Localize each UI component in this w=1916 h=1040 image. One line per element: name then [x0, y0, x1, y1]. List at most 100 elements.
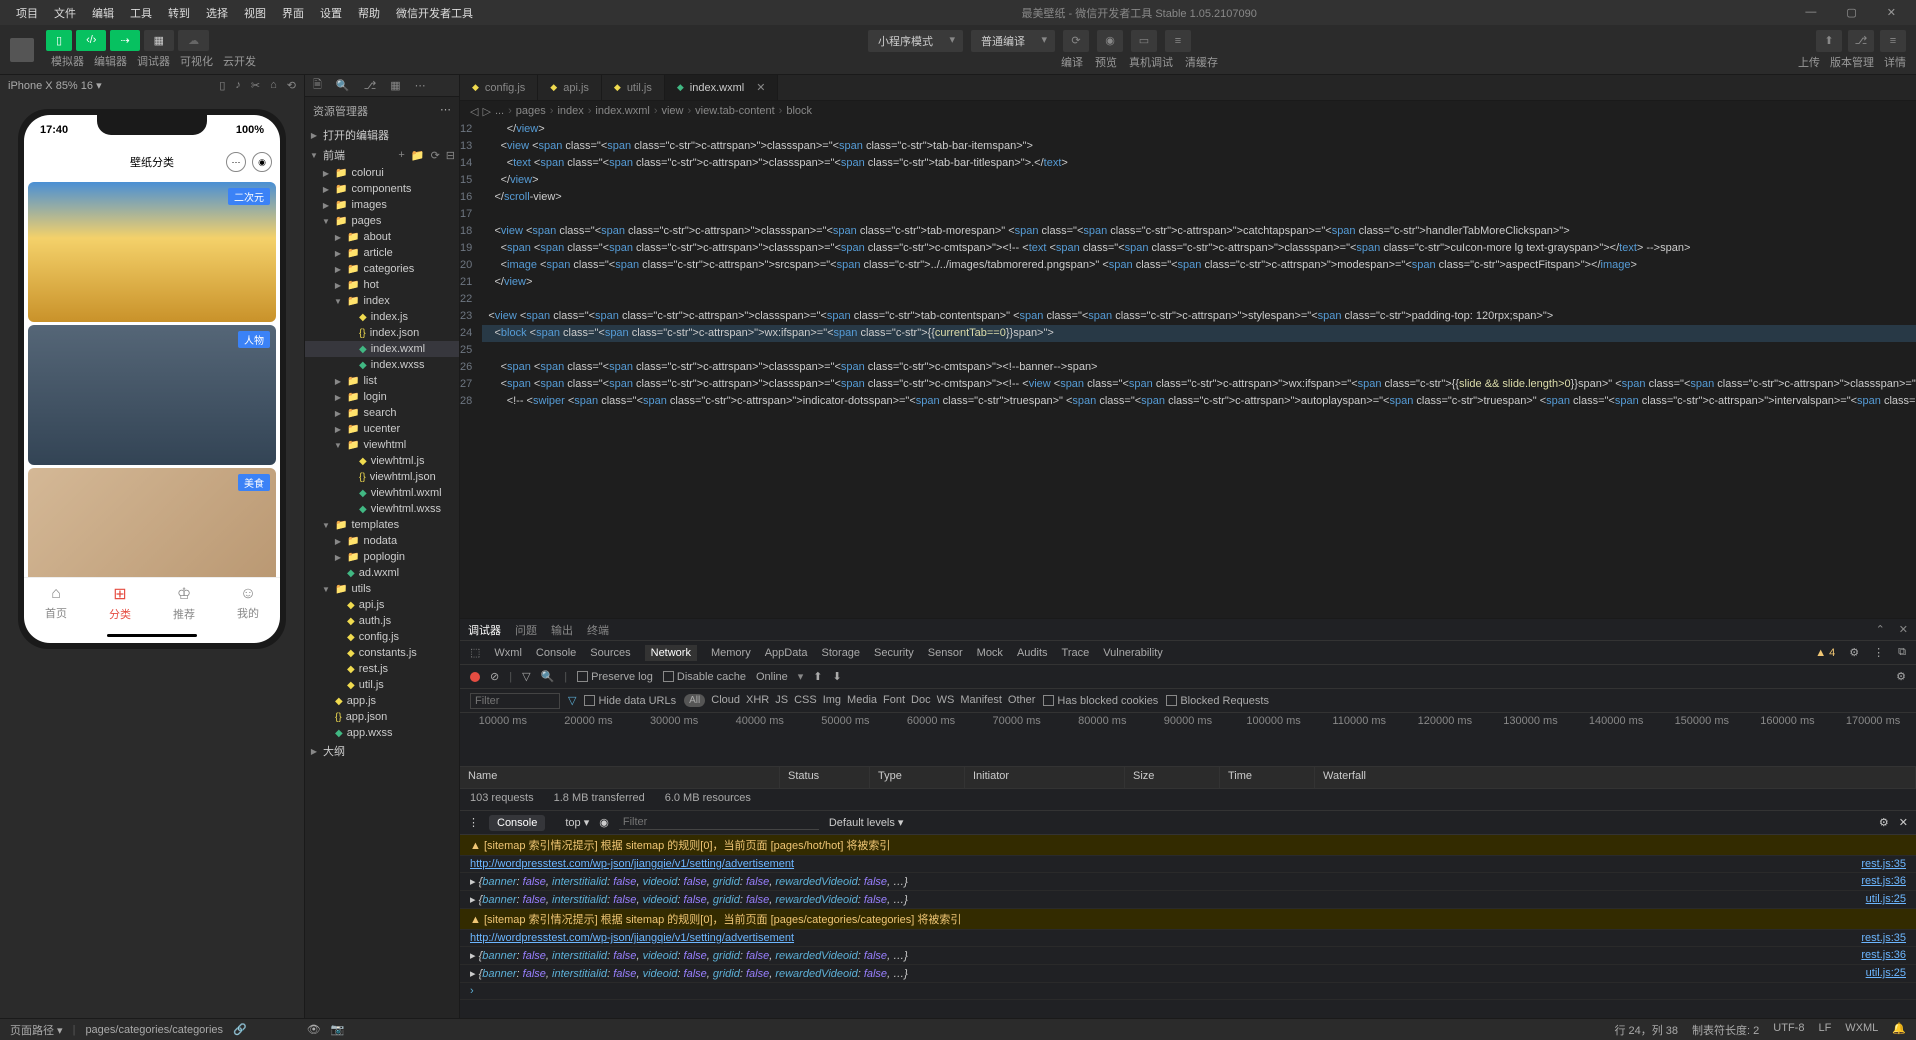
tree-categories[interactable]: ▶📁categories: [305, 261, 459, 277]
capsule-menu-icon[interactable]: ⋯: [226, 152, 246, 172]
upload-net-icon[interactable]: ⬆: [813, 670, 822, 683]
console-line[interactable]: ▲ [sitemap 索引情况提示] 根据 sitemap 的规则[0]，当前页…: [460, 909, 1916, 930]
tree-hot[interactable]: ▶📁hot: [305, 277, 459, 293]
filter-funnel-icon[interactable]: ▽: [568, 694, 576, 707]
cloud-button[interactable]: ☁: [178, 30, 209, 51]
tree-poplogin[interactable]: ▶📁poplogin: [305, 549, 459, 565]
console-menu-icon[interactable]: ⋮: [468, 816, 479, 829]
rotate-icon[interactable]: ▯: [219, 79, 225, 92]
menu-编辑[interactable]: 编辑: [84, 5, 122, 21]
devtools-close-icon[interactable]: ✕: [1899, 623, 1908, 636]
explorer-more-icon[interactable]: ⋯: [440, 103, 451, 119]
inspect-icon[interactable]: ⬚: [470, 646, 480, 659]
explorer-icon[interactable]: 🗎: [313, 76, 322, 95]
devtab-Mock[interactable]: Mock: [977, 647, 1003, 659]
tree-viewhtml.js[interactable]: ◆viewhtml.js: [305, 453, 459, 469]
tree-app.js[interactable]: ◆app.js: [305, 693, 459, 709]
tree-viewhtml[interactable]: ▼📁viewhtml: [305, 437, 459, 453]
root-folder[interactable]: ▼前端 + 📁 ⟳ ⊟: [305, 145, 459, 165]
tab-index.wxml[interactable]: ◆index.wxml✕: [665, 75, 779, 100]
tree-app.json[interactable]: {}app.json: [305, 709, 459, 725]
devtab-AppData[interactable]: AppData: [765, 647, 808, 659]
tree-ucenter[interactable]: ▶📁ucenter: [305, 421, 459, 437]
devtab-Vulnerability[interactable]: Vulnerability: [1103, 647, 1163, 659]
bell-icon[interactable]: 🔔: [1892, 1022, 1906, 1038]
menu-转到[interactable]: 转到: [160, 5, 198, 21]
mode-select[interactable]: 小程序模式: [868, 30, 963, 52]
encoding[interactable]: UTF-8: [1773, 1022, 1804, 1038]
settings-icon[interactable]: ⚙: [1896, 670, 1906, 683]
new-folder-icon[interactable]: 📁: [411, 149, 425, 162]
tree-api.js[interactable]: ◆api.js: [305, 597, 459, 613]
collapse-icon[interactable]: ⊟: [446, 149, 455, 162]
tab-home[interactable]: ⌂首页: [24, 578, 88, 627]
tree-index.json[interactable]: {}index.json: [305, 325, 459, 341]
user-avatar[interactable]: [10, 38, 34, 62]
devtab-Sensor[interactable]: Sensor: [928, 647, 963, 659]
tree-about[interactable]: ▶📁about: [305, 229, 459, 245]
online-select[interactable]: Online: [756, 671, 788, 683]
console-settings-icon[interactable]: ⚙: [1879, 816, 1889, 829]
open-editors[interactable]: ▶打开的编辑器: [305, 125, 459, 145]
device-select[interactable]: iPhone X 85% 16 ▾: [8, 79, 102, 92]
camera-icon[interactable]: 📷: [331, 1023, 345, 1036]
tree-constants.js[interactable]: ◆constants.js: [305, 645, 459, 661]
devtab-Wxml[interactable]: Wxml: [494, 647, 522, 659]
tab-me[interactable]: ☺我的: [216, 578, 280, 627]
console-line[interactable]: http://wordpresstest.com/wp-json/jiangqi…: [460, 856, 1916, 873]
remote-debug-icon[interactable]: ▭: [1131, 30, 1157, 52]
levels-select[interactable]: Default levels ▾: [829, 816, 904, 829]
tab-api.js[interactable]: ◆api.js: [538, 75, 602, 100]
refresh-icon[interactable]: ⟳: [1063, 30, 1089, 52]
clear-icon[interactable]: ⊘: [490, 670, 499, 683]
tree-utils[interactable]: ▼📁utils: [305, 581, 459, 597]
language[interactable]: WXML: [1845, 1022, 1878, 1038]
tab-category[interactable]: ⊞分类: [88, 578, 152, 627]
menu-微信开发者工具[interactable]: 微信开发者工具: [388, 5, 481, 21]
menu-视图[interactable]: 视图: [236, 5, 274, 21]
menu-帮助[interactable]: 帮助: [350, 5, 388, 21]
tree-colorui[interactable]: ▶📁colorui: [305, 165, 459, 181]
cut-icon[interactable]: ✂: [251, 79, 260, 92]
tree-index.wxss[interactable]: ◆index.wxss: [305, 357, 459, 373]
menu-设置[interactable]: 设置: [312, 5, 350, 21]
cursor-position[interactable]: 行 24，列 38: [1614, 1022, 1678, 1038]
menu-项目[interactable]: 项目: [8, 5, 46, 21]
filter-toggle-icon[interactable]: ▽: [522, 670, 530, 683]
tree-auth.js[interactable]: ◆auth.js: [305, 613, 459, 629]
menu-选择[interactable]: 选择: [198, 5, 236, 21]
console-line[interactable]: ▸ {banner: false, interstitialid: false,…: [460, 891, 1916, 909]
tree-util.js[interactable]: ◆util.js: [305, 677, 459, 693]
tree-viewhtml.wxss[interactable]: ◆viewhtml.wxss: [305, 501, 459, 517]
search-net-icon[interactable]: 🔍: [541, 670, 555, 683]
maximize-icon[interactable]: ▢: [1838, 6, 1864, 19]
tree-pages[interactable]: ▼📁pages: [305, 213, 459, 229]
console-line[interactable]: ▸ {banner: false, interstitialid: false,…: [460, 965, 1916, 983]
link-icon[interactable]: 🔗: [233, 1023, 247, 1036]
outline-section[interactable]: ▶大纲: [305, 741, 459, 761]
network-timeline[interactable]: 10000 ms20000 ms30000 ms40000 ms50000 ms…: [460, 713, 1916, 767]
tab-size[interactable]: 制表符长度: 2: [1692, 1022, 1759, 1038]
eol[interactable]: LF: [1818, 1022, 1831, 1038]
devtab-Audits[interactable]: Audits: [1017, 647, 1048, 659]
eye-icon[interactable]: ◉: [599, 816, 609, 829]
minimize-icon[interactable]: —: [1797, 6, 1824, 19]
debugger-button[interactable]: ⇢: [110, 30, 139, 51]
record-icon[interactable]: [470, 672, 480, 682]
devtab-Storage[interactable]: Storage: [822, 647, 861, 659]
tab-config.js[interactable]: ◆config.js: [460, 75, 538, 100]
tree-app.wxss[interactable]: ◆app.wxss: [305, 725, 459, 741]
menu-文件[interactable]: 文件: [46, 5, 84, 21]
page-path[interactable]: pages/categories/categories: [85, 1024, 223, 1036]
console-tab[interactable]: Console: [489, 815, 545, 831]
console-line[interactable]: ▲ [sitemap 索引情况提示] 根据 sitemap 的规则[0]，当前页…: [460, 835, 1916, 856]
context-select[interactable]: top ▾: [565, 816, 589, 829]
menu-界面[interactable]: 界面: [274, 5, 312, 21]
devtab-Sources[interactable]: Sources: [590, 647, 630, 659]
category-card[interactable]: 人物: [28, 325, 276, 465]
devtab-Network[interactable]: Network: [645, 645, 697, 661]
editor-button[interactable]: ‹/›: [76, 30, 106, 51]
upload-icon[interactable]: ⬆: [1816, 30, 1842, 52]
tree-index[interactable]: ▼📁index: [305, 293, 459, 309]
tree-components[interactable]: ▶📁components: [305, 181, 459, 197]
